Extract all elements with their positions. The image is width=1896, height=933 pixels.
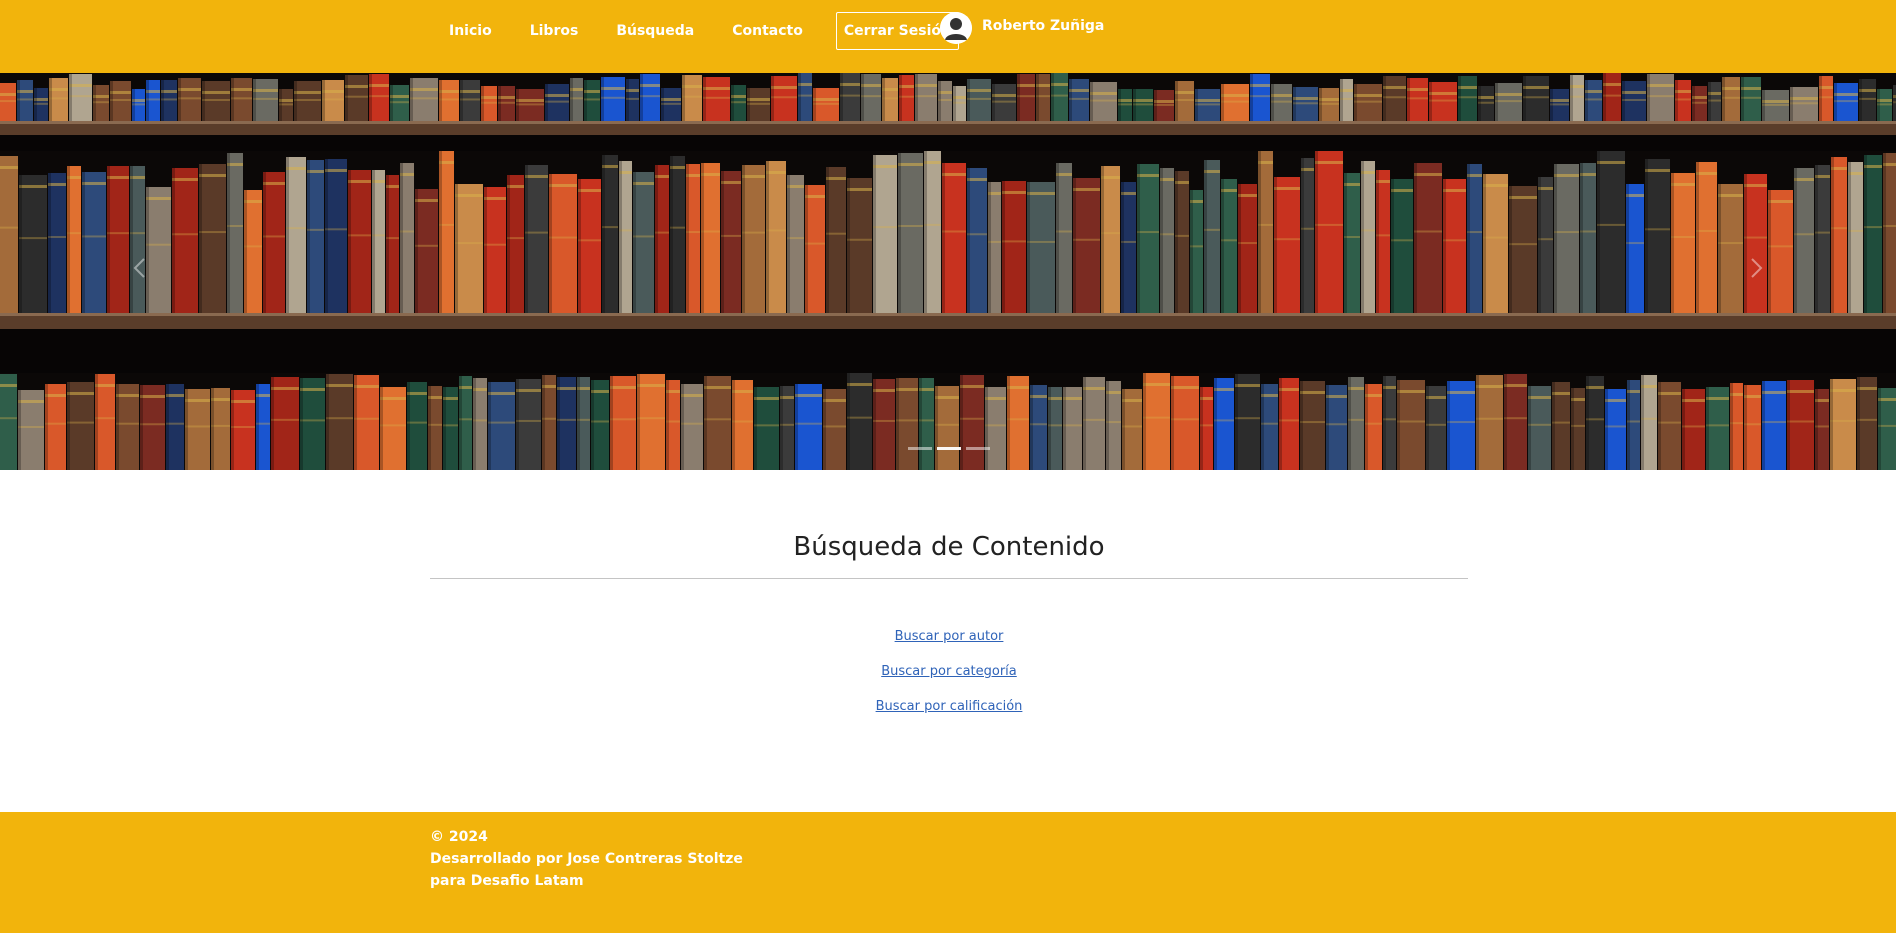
search-by-category-link[interactable]: Buscar por categoría bbox=[430, 663, 1468, 698]
footer-author: Desarrollado por Jose Contreras Stoltze bbox=[430, 851, 743, 867]
footer-text: © 2024 Desarrollado por Jose Contreras S… bbox=[430, 826, 743, 892]
carousel-prev-button[interactable] bbox=[120, 248, 160, 288]
user-avatar-icon bbox=[940, 12, 972, 44]
footer-organization: para Desafio Latam bbox=[430, 873, 584, 889]
user-menu[interactable]: Roberto Zuñiga bbox=[940, 12, 1104, 44]
carousel-indicator[interactable] bbox=[966, 447, 990, 450]
carousel-indicator[interactable] bbox=[908, 447, 932, 450]
navbar: Inicio Libros Búsqueda Contacto Cerrar S… bbox=[0, 0, 1896, 73]
nav-link-inicio[interactable]: Inicio bbox=[430, 23, 511, 39]
search-by-rating-link[interactable]: Buscar por calificación bbox=[430, 698, 1468, 733]
search-links: Buscar por autor Buscar por categoría Bu… bbox=[430, 628, 1468, 733]
carousel-indicator-active[interactable] bbox=[937, 447, 961, 450]
footer-copyright: © 2024 bbox=[430, 829, 488, 845]
footer: © 2024 Desarrollado por Jose Contreras S… bbox=[0, 812, 1896, 933]
nav-link-contacto[interactable]: Contacto bbox=[713, 23, 822, 39]
search-by-author-link[interactable]: Buscar por autor bbox=[430, 628, 1468, 663]
chevron-left-icon bbox=[133, 258, 145, 278]
nav-links: Inicio Libros Búsqueda Contacto Cerrar S… bbox=[430, 0, 959, 62]
nav-link-busqueda[interactable]: Búsqueda bbox=[597, 23, 713, 39]
user-name: Roberto Zuñiga bbox=[982, 18, 1105, 34]
chevron-right-icon bbox=[1751, 258, 1763, 278]
nav-link-libros[interactable]: Libros bbox=[511, 23, 598, 39]
page-title: Búsqueda de Contenido bbox=[793, 532, 1105, 562]
carousel-indicators bbox=[908, 447, 990, 450]
hero-carousel bbox=[0, 73, 1896, 470]
carousel-next-button[interactable] bbox=[1736, 248, 1776, 288]
bookshelf-image bbox=[0, 73, 1896, 470]
divider bbox=[430, 578, 1468, 579]
